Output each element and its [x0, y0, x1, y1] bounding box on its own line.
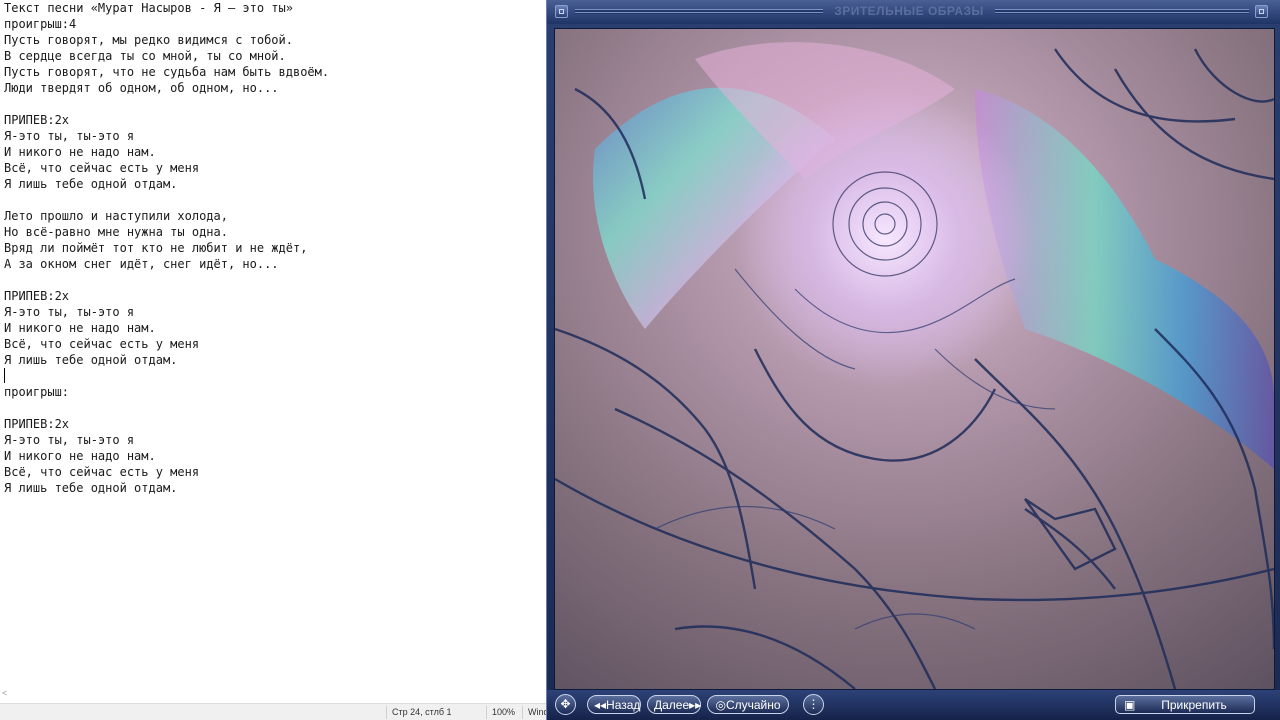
status-separator [386, 706, 387, 719]
next-button[interactable]: Далее▸▸ [647, 695, 701, 714]
visualization-title-bar[interactable]: ЗРИТЕЛЬНЫЕ ОБРАЗЫ [547, 0, 1280, 24]
visualization-window: ЗРИТЕЛЬНЫЕ ОБРАЗЫ ✥ ◂◂Назад Далее▸▸ ◎Слу… [546, 0, 1280, 720]
status-zoom: 100% [492, 707, 516, 717]
text-line: Я лишь тебе одной отдам. [4, 353, 178, 367]
text-line: проигрыш: [4, 385, 70, 399]
text-line: Я-это ты, ты-это я [4, 305, 135, 319]
window-restore-button[interactable] [1255, 5, 1268, 18]
text-line: Я лишь тебе одной отдам. [4, 177, 178, 191]
forward-icon: ▸▸ [689, 698, 702, 712]
restore-icon [1259, 9, 1264, 14]
random-button-label: Случайно [725, 698, 781, 712]
random-button[interactable]: ◎Случайно [707, 695, 789, 714]
text-line: Всё, что сейчас есть у меня [4, 161, 200, 175]
text-line: Люди твердят об одном, об одном, но... [4, 81, 279, 95]
text-line: ПРИПЕВ:2х [4, 417, 70, 431]
rewind-icon: ◂◂ [594, 698, 607, 712]
attach-icon: ▣ [1124, 698, 1136, 712]
visualization-controls: ✥ ◂◂Назад Далее▸▸ ◎Случайно ⋮ ▣ Прикрепит… [547, 690, 1280, 720]
text-line: В сердце всегда ты со мной, ты со мной. [4, 49, 286, 63]
text-line: ПРИПЕВ:2х [4, 113, 70, 127]
window-menu-button[interactable] [555, 5, 568, 18]
status-separator [522, 706, 523, 719]
text-line: И никого не надо нам. [4, 145, 156, 159]
text-line: Всё, что сейчас есть у меня [4, 337, 200, 351]
text-line: И никого не надо нам. [4, 449, 156, 463]
back-button-label: Назад [606, 698, 641, 712]
text-line [4, 368, 544, 384]
fractal-visual [555, 29, 1274, 689]
visualization-title: ЗРИТЕЛЬНЫЕ ОБРАЗЫ [834, 4, 984, 18]
text-line [4, 96, 544, 112]
text-line [4, 400, 544, 416]
text-line: Я лишь тебе одной отдам. [4, 481, 178, 495]
notepad-text-area[interactable]: Текст песни «Мурат Насыров - Я — это ты»… [4, 0, 544, 690]
text-line: А за окном снег идёт, снег идёт, но... [4, 257, 279, 271]
text-line: проигрыш:4 [4, 17, 77, 31]
random-icon: ◎ [715, 698, 726, 712]
text-line: И никого не надо нам. [4, 321, 156, 335]
notepad-status-bar: Стр 24, стлб 1 100% Wind [0, 703, 549, 720]
text-line [4, 272, 544, 288]
attach-button[interactable]: ▣ Прикрепить [1115, 695, 1255, 714]
visual-glow [735, 89, 1035, 389]
window-icon [559, 9, 564, 14]
visualization-canvas [554, 28, 1275, 690]
text-line: Но всё-равно мне нужна ты одна. [4, 225, 228, 239]
text-line: Пусть говорят, мы редко видимся с тобой. [4, 33, 293, 47]
attach-button-label: Прикрепить [1161, 698, 1227, 712]
status-line-column: Стр 24, стлб 1 [392, 707, 452, 717]
next-button-label: Далее [654, 698, 690, 712]
title-grip [575, 9, 823, 14]
text-line: Вряд ли поймёт тот кто не любит и не ждё… [4, 241, 308, 255]
text-line: Я-это ты, ты-это я [4, 129, 135, 143]
text-caret [4, 368, 5, 383]
text-line: Пусть говорят, что не судьба нам быть вд… [4, 65, 330, 79]
text-line: Всё, что сейчас есть у меня [4, 465, 200, 479]
status-separator [486, 706, 487, 719]
text-line: Я-это ты, ты-это я [4, 433, 135, 447]
text-line: Текст песни «Мурат Насыров - Я — это ты» [4, 1, 293, 15]
screen: Текст песни «Мурат Насыров - Я — это ты»… [0, 0, 1280, 720]
title-grip [995, 9, 1249, 14]
settings-icon[interactable]: ⋮ [803, 694, 824, 715]
move-arrows-icon[interactable]: ✥ [555, 694, 576, 715]
text-line [4, 192, 544, 208]
text-line: ПРИПЕВ:2х [4, 289, 70, 303]
text-line: Лето прошло и наступили холода, [4, 209, 228, 223]
back-button[interactable]: ◂◂Назад [587, 695, 641, 714]
scroll-left-arrow-icon[interactable]: < [2, 688, 7, 698]
